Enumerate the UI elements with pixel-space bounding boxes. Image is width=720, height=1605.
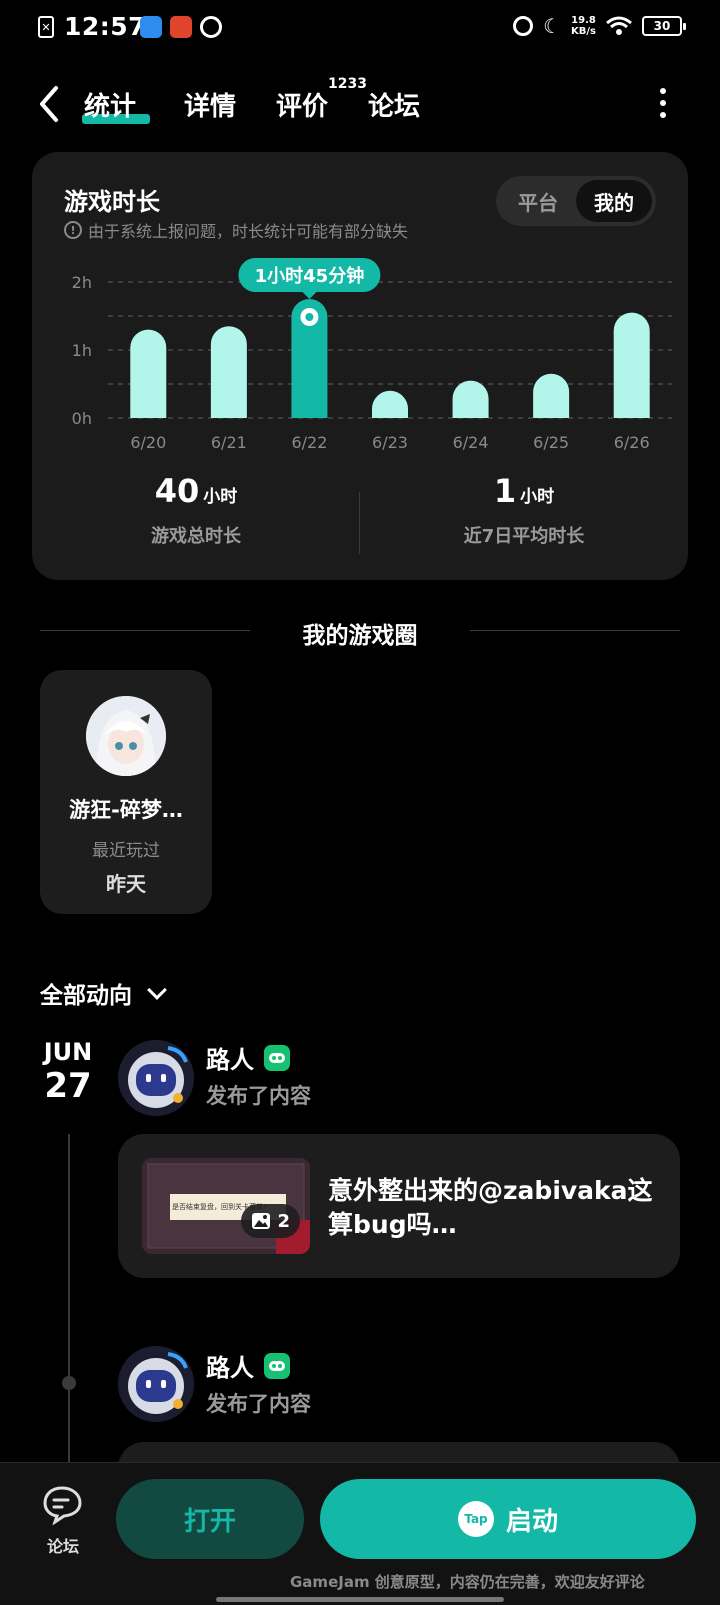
open-button[interactable]: 打开 <box>116 1479 304 1559</box>
status-bar: ✕ 12:57 ☾ 19.8 KB/s 30 <box>0 0 720 56</box>
app-notification-icon-1 <box>140 16 162 38</box>
divider-right <box>470 630 680 631</box>
chart-bar <box>452 380 489 418</box>
chart-bar <box>210 326 247 418</box>
reviews-count-badge: 1233 <box>328 76 367 92</box>
forum-label[interactable]: 论坛 <box>40 1533 86 1557</box>
chart-svg: 0h 1h 2h 6/20 6/21 6/22 1小时45分钟 6/23 6/24 6/25 6/2… <box>72 258 672 452</box>
net-speed: 19.8 KB/s <box>571 15 596 37</box>
avatar[interactable] <box>118 1040 194 1116</box>
chart-bar <box>533 373 570 418</box>
post-action: 发布了内容 <box>206 1084 311 1108</box>
chart-bar <box>130 329 167 418</box>
x-tick-label: 6/25 <box>533 433 569 452</box>
back-arrow-icon[interactable] <box>36 84 60 124</box>
image-count-badge: 2 <box>241 1204 300 1238</box>
chart-tooltip-label: 1小时45分钟 <box>255 265 365 287</box>
tab-stats[interactable]: 统计 <box>84 86 136 123</box>
clock: 12:57 <box>64 12 147 41</box>
post-action: 发布了内容 <box>206 1392 311 1416</box>
chart-bar <box>613 312 650 418</box>
segment-toggle: 平台 我的 <box>496 176 656 226</box>
status-icons: ☾ 19.8 KB/s 30 <box>513 14 686 38</box>
average-playtime: 1 小时 近7日平均时长 <box>463 472 585 547</box>
battery-icon: 30 <box>642 16 686 36</box>
post-author[interactable]: 路人 <box>206 1348 290 1383</box>
tab-forum[interactable]: 论坛 <box>368 86 420 123</box>
chart-bar <box>372 390 408 418</box>
date-day: 27 <box>44 1066 92 1106</box>
last-played-label: 最近玩过 <box>92 841 160 861</box>
post-thumbnail[interactable]: 是否结束复盘，回到关卡菜单? 2 <box>142 1158 310 1254</box>
alarm-icon <box>513 16 534 36</box>
game-circle-card[interactable]: 游狂-碎梦… 最近玩过 昨天 <box>40 670 212 914</box>
section-title: 我的游戏圈 <box>302 623 418 649</box>
avatar[interactable] <box>118 1346 194 1422</box>
forum-icon[interactable] <box>42 1485 84 1525</box>
chevron-down-icon <box>147 980 167 1000</box>
y-tick-label: 2h <box>72 273 92 292</box>
gamepad-icon <box>264 1044 290 1071</box>
card-note: ! 由于系统上报问题，时长统计可能有部分缺失 <box>64 218 408 242</box>
more-options-icon[interactable] <box>660 88 666 118</box>
segment-platform[interactable]: 平台 <box>500 180 576 222</box>
playtime-chart: 0h 1h 2h 6/20 6/21 6/22 1小时45分钟 6/23 6/24 6/25 6/2… <box>32 252 688 462</box>
footer-note: GameJam 创意原型，内容仍在完善，欢迎友好评论 <box>290 1573 645 1591</box>
chart-tooltip-pointer <box>302 292 317 299</box>
gamepad-icon <box>264 1352 290 1379</box>
activity-filter[interactable]: 全部动向 <box>40 976 167 1010</box>
post-card[interactable]: 是否结束复盘，回到关卡菜单? 2 意外整出来的@zabivaka这算bug吗… <box>118 1134 680 1278</box>
y-tick-label: 1h <box>72 341 92 360</box>
x-tick-label: 6/26 <box>614 433 650 452</box>
sim-icon: ✕ <box>38 16 54 38</box>
moon-icon: ☾ <box>543 14 562 38</box>
image-icon <box>252 1213 271 1229</box>
launch-button[interactable]: Tap 启动 <box>320 1479 696 1559</box>
total-playtime: 40 小时 游戏总时长 <box>151 472 241 547</box>
bottom-action-bar: 论坛 打开 Tap 启动 GameJam 创意原型，内容仍在完善，欢迎友好评论 <box>0 1462 720 1605</box>
tab-reviews[interactable]: 评价 <box>276 86 328 123</box>
info-icon: ! <box>64 221 82 239</box>
segment-mine[interactable]: 我的 <box>576 180 652 222</box>
last-played-value: 昨天 <box>106 872 146 896</box>
game-name: 游狂-碎梦… <box>69 798 183 822</box>
x-tick-label: 6/22 <box>291 433 327 452</box>
top-nav: 统计 详情 评价 1233 论坛 <box>0 70 720 140</box>
x-tick-label: 6/23 <box>372 433 408 452</box>
tab-details[interactable]: 详情 <box>184 86 236 123</box>
card-title: 游戏时长 <box>64 188 160 216</box>
app-notification-icon-2 <box>170 16 192 38</box>
timeline-line <box>68 1134 70 1464</box>
playtime-card: 游戏时长 ! 由于系统上报问题，时长统计可能有部分缺失 平台 我的 0h 1h 2h… <box>32 152 688 580</box>
home-indicator[interactable] <box>216 1597 504 1602</box>
x-tick-label: 6/20 <box>130 433 166 452</box>
game-avatar <box>86 696 166 776</box>
post-text: 意外整出来的@zabivaka这算bug吗… <box>328 1176 653 1239</box>
x-tick-label: 6/24 <box>453 433 489 452</box>
taptap-icon: Tap <box>457 1501 494 1537</box>
timeline-dot <box>62 1376 76 1390</box>
game-circle-header: 我的游戏圈 <box>40 612 680 652</box>
y-tick-label: 0h <box>72 409 92 428</box>
x-tick-label: 6/21 <box>211 433 247 452</box>
highlight-marker-inner <box>305 313 314 321</box>
post-author[interactable]: 路人 <box>206 1040 290 1075</box>
wifi-icon <box>606 16 632 35</box>
app-notification-icon-3 <box>200 16 222 38</box>
date-month: JUN <box>43 1038 93 1066</box>
